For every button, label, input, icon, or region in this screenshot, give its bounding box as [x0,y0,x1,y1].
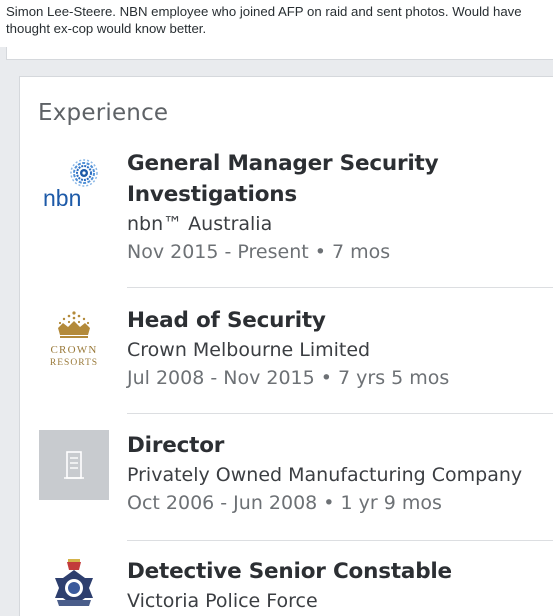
tweet-text: Simon Lee-Steere. NBN employee who joine… [6,4,522,36]
experience-info: Detective Senior Constable Victoria Poli… [127,556,553,615]
job-title[interactable]: Head of Security [127,305,553,336]
job-title[interactable]: Director [127,430,553,461]
previous-card-edge [6,47,553,60]
company-placeholder-logo [39,430,109,500]
crown-resorts-logo: CROWN RESORTS [39,305,109,375]
building-icon [64,451,84,479]
experience-info: Director Privately Owned Manufacturing C… [127,430,553,517]
nbn-logo: nbn [39,156,109,226]
divider [127,540,553,541]
crown-icon: CROWN RESORTS [50,311,98,368]
victoria-police-logo [39,556,109,616]
divider [127,413,553,414]
employment-dates: Oct 2006 - Jun 2008 • 1 yr 9 mos [127,492,442,514]
experience-card: Experience nbn General Manager Security [19,76,553,616]
resorts-logo-text: RESORTS [50,358,98,368]
job-title-continued[interactable]: Investigations [127,179,553,210]
company-name[interactable]: Privately Owned Manufacturing Company [127,461,553,489]
job-title[interactable]: General Manager Security [127,148,553,179]
experience-info: General Manager Security Investigations … [127,148,553,266]
crown-logo-text: CROWN [51,344,98,356]
company-name[interactable]: Crown Melbourne Limited [127,336,553,364]
job-title[interactable]: Detective Senior Constable [127,556,553,587]
nbn-logo-text: nbn [43,185,81,211]
nbn-swirl-icon: nbn [43,159,98,211]
company-name[interactable]: Victoria Police Force [127,587,553,615]
divider [127,287,553,288]
experience-info: Head of Security Crown Melbourne Limited… [127,305,553,392]
section-title: Experience [38,100,169,126]
company-name[interactable]: nbn™ Australia [127,210,553,238]
employment-dates: Jul 2008 - Nov 2015 • 7 yrs 5 mos [127,367,450,389]
linkedin-screenshot: Experience nbn General Manager Security [0,47,553,616]
police-badge-icon [55,559,93,606]
employment-dates: Nov 2015 - Present • 7 mos [127,241,391,263]
